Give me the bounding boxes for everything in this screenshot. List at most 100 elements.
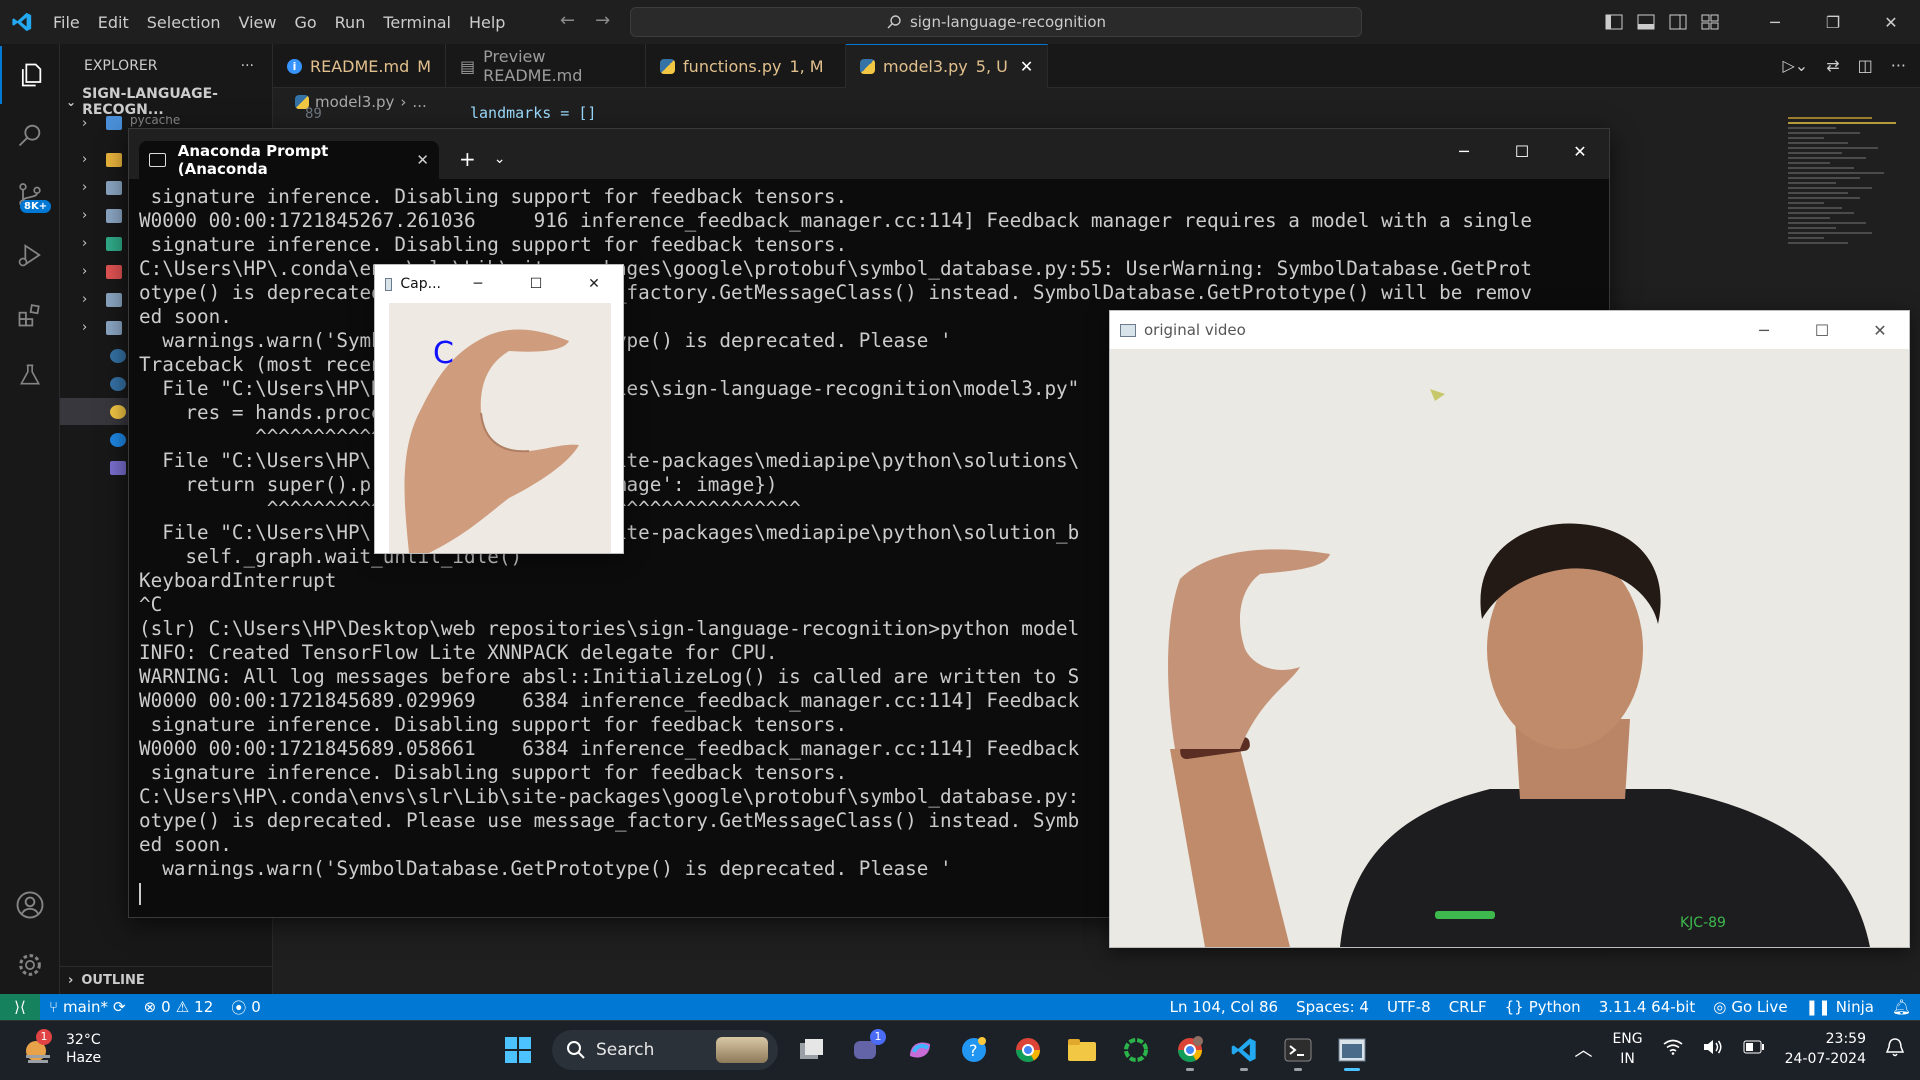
- run-file-icon[interactable]: ▷⌄: [1782, 56, 1808, 75]
- wifi-icon[interactable]: [1663, 1039, 1683, 1059]
- close-button[interactable]: ✕: [1851, 321, 1909, 340]
- minimap[interactable]: [1788, 114, 1908, 314]
- dropdown-chevron-icon[interactable]: ⌄: [494, 151, 506, 167]
- windows-start-icon[interactable]: [498, 1027, 538, 1073]
- close-button[interactable]: ✕: [565, 276, 623, 292]
- forward-arrow-icon[interactable]: →: [595, 10, 610, 31]
- file-explorer-icon[interactable]: [1062, 1027, 1102, 1073]
- preview-icon: ▤: [460, 56, 476, 76]
- notification-bell-icon[interactable]: [1885, 1037, 1905, 1061]
- terminal-taskbar-icon[interactable]: [1278, 1027, 1318, 1073]
- customize-layout-icon[interactable]: [1694, 14, 1726, 30]
- vscode-taskbar-icon[interactable]: [1224, 1027, 1264, 1073]
- branch-indicator[interactable]: ⑂ main* ⟳: [40, 998, 135, 1016]
- minimize-button[interactable]: ─: [1746, 0, 1804, 44]
- menu-terminal[interactable]: Terminal: [374, 13, 460, 32]
- toggle-panel-icon[interactable]: [1630, 14, 1662, 30]
- command-center-text: sign-language-recognition: [909, 13, 1107, 31]
- more-actions-icon[interactable]: ···: [1891, 56, 1906, 75]
- weather-widget[interactable]: 1 32°C Haze: [22, 1029, 101, 1067]
- sync-icon: ⟳: [113, 998, 126, 1016]
- manage-gear-icon[interactable]: [0, 936, 60, 994]
- minimize-button[interactable]: ─: [1735, 321, 1793, 340]
- task-view-icon[interactable]: [792, 1027, 832, 1073]
- minimize-button[interactable]: ─: [1435, 129, 1493, 173]
- run-debug-icon[interactable]: [0, 226, 60, 284]
- compare-changes-icon[interactable]: ⇄: [1826, 56, 1839, 75]
- new-tab-icon[interactable]: +: [459, 147, 476, 171]
- close-button[interactable]: ✕: [1862, 0, 1920, 44]
- editor-actions: ▷⌄ ⇄ ◫ ···: [1782, 56, 1906, 75]
- clock[interactable]: 23:59 24-07-2024: [1785, 1029, 1866, 1069]
- toggle-primary-sidebar-icon[interactable]: [1598, 14, 1630, 30]
- maximize-button[interactable]: ☐: [1793, 321, 1851, 340]
- language-mode[interactable]: {} Python: [1496, 998, 1590, 1016]
- notifications-bell-icon[interactable]: 🔔︎: [1883, 998, 1920, 1016]
- chrome-profile-icon[interactable]: [1170, 1027, 1210, 1073]
- tab-readme[interactable]: i README.md M: [273, 44, 447, 88]
- maximize-button[interactable]: ☐: [1493, 129, 1551, 173]
- menu-selection[interactable]: Selection: [138, 13, 230, 32]
- encoding[interactable]: UTF-8: [1378, 998, 1440, 1016]
- close-tab-icon[interactable]: ✕: [1020, 57, 1033, 76]
- teams-chat-icon[interactable]: 1: [846, 1027, 886, 1073]
- end-of-line[interactable]: CRLF: [1440, 998, 1496, 1016]
- problems-indicator[interactable]: ⊗ 0 ⚠ 12: [135, 998, 223, 1016]
- input-language[interactable]: ENG IN: [1612, 1029, 1642, 1069]
- extensions-icon[interactable]: [0, 286, 60, 344]
- menu-file[interactable]: File: [44, 13, 89, 32]
- terminal-tab[interactable]: Anaconda Prompt (Anaconda ✕: [139, 141, 439, 179]
- status-right: Ln 104, Col 86 Spaces: 4 UTF-8 CRLF {} P…: [1161, 994, 1920, 1020]
- go-live-button[interactable]: ◎ Go Live: [1704, 998, 1796, 1016]
- chevron-up-icon[interactable]: ︿: [1574, 1036, 1592, 1062]
- weather-badge: 1: [36, 1029, 52, 1045]
- toggle-secondary-sidebar-icon[interactable]: [1662, 14, 1694, 30]
- lang-top: ENG: [1612, 1031, 1643, 1047]
- battery-icon[interactable]: [1743, 1040, 1765, 1058]
- breadcrumb-file[interactable]: model3.py: [315, 93, 394, 111]
- source-control-icon[interactable]: 8K+: [0, 166, 60, 224]
- project-folder-header[interactable]: ⌄ SIGN-LANGUAGE-RECOGN...: [60, 86, 272, 118]
- testing-flask-icon[interactable]: [0, 346, 60, 404]
- menu-edit[interactable]: Edit: [89, 13, 138, 32]
- ninja-indicator[interactable]: ❚❚ Ninja: [1797, 998, 1883, 1016]
- opencv-window-taskbar-icon[interactable]: [1332, 1027, 1372, 1073]
- back-arrow-icon[interactable]: ←: [560, 10, 575, 31]
- remote-indicator-icon[interactable]: ⟩⟨: [0, 994, 40, 1020]
- menu-help[interactable]: Help: [460, 13, 514, 32]
- restore-button[interactable]: ❐: [1804, 0, 1862, 44]
- ports-indicator[interactable]: ⦿ 0: [222, 997, 270, 1018]
- close-button[interactable]: ✕: [1551, 129, 1609, 173]
- weather-temp: 32°C: [66, 1032, 101, 1048]
- cursor-position[interactable]: Ln 104, Col 86: [1161, 998, 1287, 1016]
- indentation[interactable]: Spaces: 4: [1287, 998, 1378, 1016]
- explorer-more-button[interactable]: ···: [241, 58, 254, 74]
- tab-preview-readme[interactable]: ▤ Preview README.md: [446, 44, 647, 88]
- maximize-button[interactable]: ☐: [507, 276, 565, 292]
- close-tab-icon[interactable]: ✕: [416, 151, 429, 169]
- chevron-right-icon: ›: [68, 973, 74, 988]
- copilot-icon[interactable]: [900, 1027, 940, 1073]
- menu-run[interactable]: Run: [326, 13, 375, 32]
- volume-icon[interactable]: [1703, 1039, 1723, 1059]
- warning-icon: ⚠: [175, 998, 190, 1016]
- tab-model3[interactable]: model3.py 5, U ✕: [846, 44, 1049, 88]
- ring-app-icon[interactable]: [1116, 1027, 1156, 1073]
- breadcrumb-symbol[interactable]: ...: [412, 93, 426, 111]
- outline-section[interactable]: › OUTLINE: [60, 966, 273, 994]
- chrome-icon[interactable]: [1008, 1027, 1048, 1073]
- taskbar-search[interactable]: Search: [552, 1030, 778, 1070]
- cropped-hand-image: C: [389, 303, 611, 553]
- explorer-icon[interactable]: [0, 46, 60, 104]
- text-cursor: [139, 882, 141, 905]
- menu-view[interactable]: View: [230, 13, 286, 32]
- help-app-icon[interactable]: ?: [954, 1027, 994, 1073]
- menu-go[interactable]: Go: [285, 13, 325, 32]
- minimize-button[interactable]: ─: [449, 276, 507, 292]
- split-editor-icon[interactable]: ◫: [1858, 56, 1873, 75]
- command-center-search[interactable]: sign-language-recognition: [630, 7, 1362, 37]
- accounts-icon[interactable]: [0, 876, 60, 934]
- python-interpreter[interactable]: 3.11.4 64-bit: [1590, 998, 1705, 1016]
- tab-functions[interactable]: functions.py 1, M: [646, 44, 847, 88]
- search-icon[interactable]: [0, 106, 60, 164]
